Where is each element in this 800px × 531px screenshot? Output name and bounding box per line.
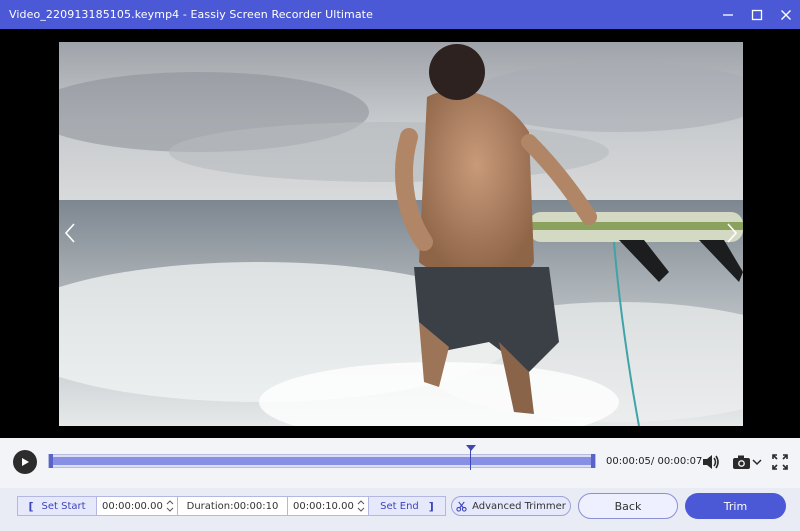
duration-field: Duration:00:00:10 <box>177 496 288 516</box>
close-icon <box>780 9 791 20</box>
set-end-button[interactable]: Set End ] <box>368 496 446 516</box>
chevron-down-icon <box>752 459 762 466</box>
playhead-marker-icon[interactable] <box>466 445 476 451</box>
set-end-label: Set End <box>380 500 419 512</box>
end-time-value: 00:00:10.00 <box>293 500 354 512</box>
play-icon <box>22 458 29 466</box>
fullscreen-icon <box>772 454 788 470</box>
left-bracket-icon: [ <box>28 499 34 513</box>
right-bracket-icon: ] <box>428 499 434 513</box>
window-title: Video_220913185105.keymp4 - Eassiy Scree… <box>9 8 373 21</box>
end-time-stepper-icon[interactable] <box>356 498 366 514</box>
camera-icon <box>733 455 750 469</box>
timeline-selection <box>53 457 591 465</box>
trim-button[interactable]: Trim <box>685 493 786 519</box>
back-button[interactable]: Back <box>578 493 678 519</box>
minimize-button[interactable] <box>713 0 742 29</box>
start-time-stepper-icon[interactable] <box>165 498 175 514</box>
time-readout: 00:00:05/ 00:00:07 <box>606 456 703 467</box>
start-time-value: 00:00:00.00 <box>102 500 163 512</box>
scissors-icon <box>456 501 467 512</box>
advanced-trimmer-button[interactable]: Advanced Trimmer <box>451 496 571 516</box>
end-time-field[interactable]: 00:00:10.00 <box>287 496 369 516</box>
play-button[interactable] <box>13 450 37 474</box>
title-bar: Video_220913185105.keymp4 - Eassiy Scree… <box>0 0 800 29</box>
set-start-label: Set Start <box>41 500 86 512</box>
video-stage[interactable] <box>0 29 800 438</box>
timeline-track[interactable] <box>48 454 596 468</box>
trim-controls: [ Set Start 00:00:00.00 Duration:00:00:1… <box>0 488 800 531</box>
duration-value: Duration:00:00:10 <box>186 500 279 512</box>
volume-icon <box>703 455 719 469</box>
advanced-trimmer-label: Advanced Trimmer <box>472 500 566 512</box>
close-button[interactable] <box>771 0 800 29</box>
maximize-button[interactable] <box>742 0 771 29</box>
start-time-field[interactable]: 00:00:00.00 <box>96 496 178 516</box>
timeline-bar: 00:00:05/ 00:00:07 <box>0 438 800 488</box>
end-trim-handle[interactable] <box>591 454 595 468</box>
snapshot-button[interactable] <box>730 452 764 472</box>
back-label: Back <box>614 499 642 513</box>
fullscreen-button[interactable] <box>770 452 790 472</box>
start-trim-handle[interactable] <box>49 454 53 468</box>
next-arrow-icon[interactable] <box>724 221 740 245</box>
video-frame[interactable] <box>59 42 743 426</box>
minimize-icon <box>722 13 733 16</box>
volume-button[interactable] <box>701 452 721 472</box>
playhead[interactable] <box>470 447 471 470</box>
window-controls <box>713 0 800 29</box>
trim-label: Trim <box>723 499 748 513</box>
video-frame-image <box>59 42 743 426</box>
previous-arrow-icon[interactable] <box>62 221 78 245</box>
set-start-button[interactable]: [ Set Start <box>17 496 97 516</box>
maximize-icon <box>751 9 762 20</box>
